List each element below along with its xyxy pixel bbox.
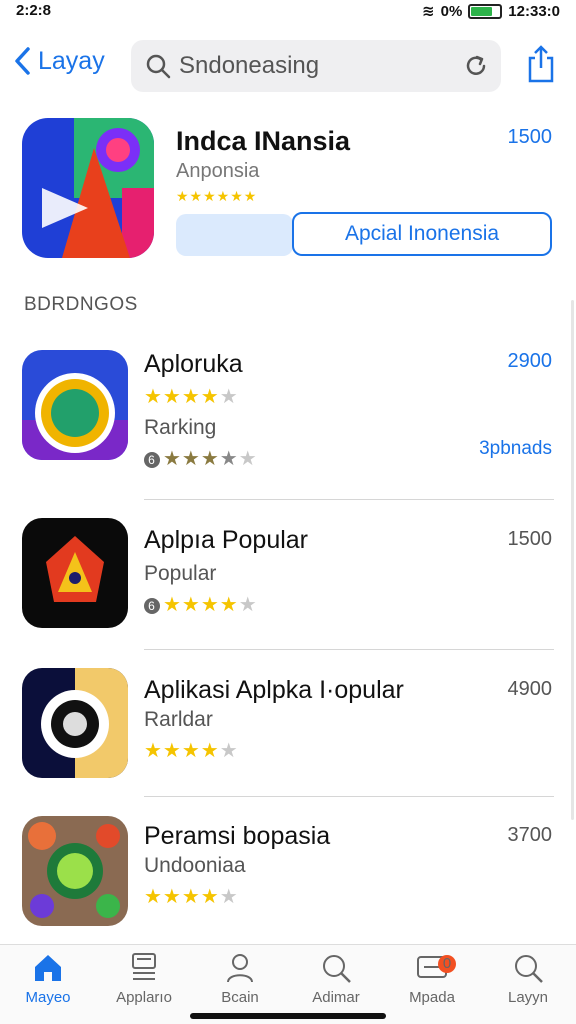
search-icon (515, 955, 543, 983)
tab-home[interactable]: Mayeo (0, 945, 96, 1024)
app-subtitle: Undooniaa (144, 854, 246, 877)
featured-get-button[interactable]: Apcial Inonensia (292, 212, 552, 256)
nav-bar: Layay (0, 36, 576, 96)
divider (144, 499, 554, 500)
app-name: Aplikasi Aplpka I·opular (144, 676, 404, 704)
back-button[interactable]: Layay (12, 46, 105, 76)
status-time: 2:2:8 (16, 2, 52, 19)
tab-label: Bcain (221, 989, 259, 1006)
search-bar[interactable] (131, 40, 501, 92)
tab-label: Mayeo (25, 989, 71, 1006)
app-row[interactable]: Aplpıa Popular Popular 6 ★★★★★ 1500 (0, 518, 576, 633)
app-count: 2900 (507, 350, 553, 372)
featured-progress-bar (176, 214, 293, 256)
app-rating-secondary: 6 ★★★★★ (144, 446, 258, 471)
apps-icon (132, 953, 156, 980)
app-row[interactable]: Aploruka ★★★★★ Rarking 6 ★★★★★ 2900 3pbna… (0, 350, 576, 480)
app-icon (22, 518, 128, 628)
featured-app-subtitle: Anponsia (176, 160, 260, 182)
app-rating: ★★★★★ (144, 386, 239, 408)
home-icon (35, 955, 61, 981)
app-downloads: 3pbnads (479, 438, 552, 459)
tab-label: Adimar (312, 989, 360, 1006)
tab-search-secondary[interactable]: Layyn (480, 945, 576, 1024)
divider (144, 649, 554, 650)
tab-label: Applarıo (116, 989, 172, 1006)
app-name: Aplpıa Popular (144, 526, 309, 554)
status-clock: 12:33:0 (508, 2, 560, 20)
status-bar: 2:2:8 ≋ 0% 12:33:0 (0, 0, 576, 22)
section-title: BDRDNGOS (24, 294, 138, 315)
search-icon (323, 955, 351, 983)
battery-icon (468, 3, 503, 19)
search-icon (146, 54, 171, 79)
featured-app[interactable]: Indca INansia Anponsia ★★★★★★ 1500 Apcia… (0, 118, 576, 263)
tab-messages[interactable]: 0 Mpada (384, 945, 480, 1024)
reload-icon[interactable] (463, 53, 489, 79)
share-icon[interactable] (526, 44, 556, 84)
app-icon (22, 668, 128, 778)
chevron-left-icon (15, 47, 30, 75)
app-name: Peramsi bopasia (144, 822, 331, 850)
app-icon (22, 350, 128, 460)
app-row[interactable]: Aplikasi Aplpka I·opular Rarldar ★★★★★ 4… (0, 668, 576, 783)
featured-app-rating: ★★★★★★ (176, 188, 258, 204)
home-indicator (190, 1013, 386, 1019)
app-name: Aploruka (144, 350, 243, 378)
tab-apps[interactable]: Applarıo (96, 945, 192, 1024)
divider (144, 796, 554, 797)
person-icon (227, 954, 253, 983)
status-icons: ≋ 0% 12:33:0 (422, 2, 560, 21)
app-rating: ★★★★★ (144, 740, 239, 762)
app-rating: ★★★★★ (144, 886, 239, 908)
featured-app-title: Indca INansia (176, 126, 351, 156)
app-icon (22, 816, 128, 926)
app-rating: 6 ★★★★★ (144, 592, 258, 617)
back-label: Layay (38, 46, 105, 75)
featured-app-count: 1500 (507, 126, 553, 148)
app-row[interactable]: Peramsi bopasia Undooniaa ★★★★★ 3700 (0, 816, 576, 931)
tab-label: Layyn (507, 989, 549, 1006)
tab-bar: Mayeo Applarıo Bcain Adimar 0 Mpada Layy… (0, 944, 576, 1024)
app-count: 4900 (507, 678, 553, 700)
battery-percent: 0% (440, 2, 463, 20)
app-count: 1500 (507, 528, 553, 550)
wifi-icon: ≋ (422, 3, 435, 20)
scrollbar[interactable] (571, 300, 574, 820)
app-subtitle: Popular (144, 562, 217, 585)
search-input[interactable] (179, 52, 449, 80)
app-subtitle: Rarking (144, 416, 217, 439)
tab-label: Mpada (409, 989, 455, 1006)
featured-app-icon (22, 118, 154, 258)
app-subtitle: Rarldar (144, 708, 213, 731)
app-count: 3700 (507, 824, 553, 846)
messages-badge: 0 (438, 955, 456, 973)
